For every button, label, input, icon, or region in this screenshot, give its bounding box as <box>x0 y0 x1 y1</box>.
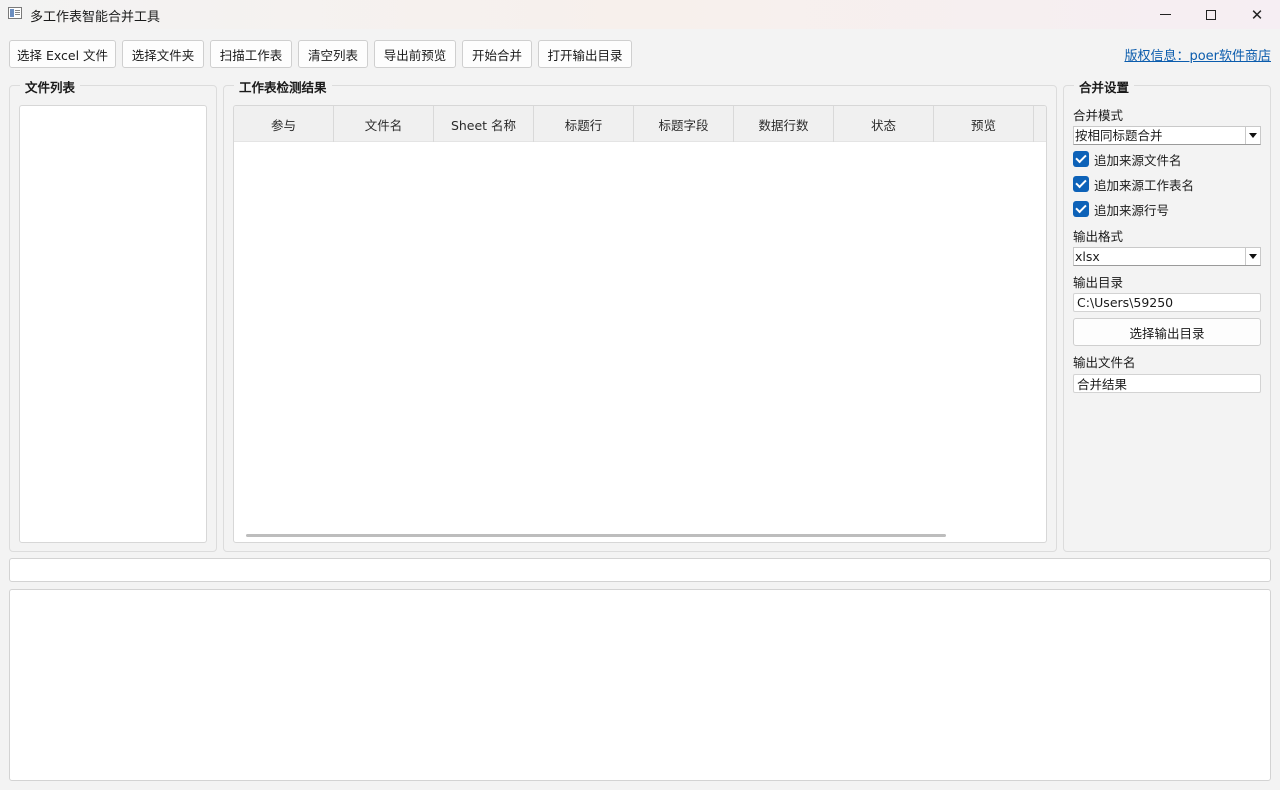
maximize-icon <box>1206 9 1216 20</box>
checkbox-label: 追加来源工作表名 <box>1094 177 1195 193</box>
output-filename-input[interactable] <box>1073 374 1261 393</box>
file-list-title: 文件列表 <box>20 77 81 96</box>
column-header-status[interactable]: 状态 <box>834 106 934 142</box>
column-header-header-fields[interactable]: 标题字段 <box>634 106 734 142</box>
scan-sheets-button[interactable]: 扫描工作表 <box>210 40 292 68</box>
checkbox-checked-icon <box>1073 176 1089 192</box>
close-button[interactable]: ✕ <box>1234 0 1280 29</box>
select-folder-button[interactable]: 选择文件夹 <box>122 40 204 68</box>
checkbox-checked-icon <box>1073 151 1089 167</box>
results-table[interactable]: 参与 文件名 Sheet 名称 标题行 标题字段 数据行数 状态 预览 <box>233 105 1047 543</box>
output-format-label: 输出格式 <box>1073 229 1124 244</box>
chevron-down-icon <box>1245 127 1260 144</box>
output-format-select[interactable]: xlsx <box>1073 247 1261 266</box>
file-list-group: 文件列表 <box>9 77 217 552</box>
progress-bar <box>9 558 1271 582</box>
checkbox-label: 追加来源行号 <box>1094 202 1170 218</box>
merge-mode-value: 按相同标题合并 <box>1075 128 1163 143</box>
open-output-dir-button[interactable]: 打开输出目录 <box>538 40 632 68</box>
checkbox-label: 追加来源文件名 <box>1094 152 1182 168</box>
window-title: 多工作表智能合并工具 <box>30 10 161 25</box>
settings-group: 合并设置 合并模式 按相同标题合并 追加来源文件名 追加来源工作表名 追加来源行… <box>1063 77 1271 552</box>
output-format-value: xlsx <box>1075 249 1100 264</box>
output-dir-input[interactable] <box>1073 293 1261 312</box>
select-excel-files-button[interactable]: 选择 Excel 文件 <box>9 40 116 68</box>
log-area[interactable] <box>9 589 1271 781</box>
column-header-filename[interactable]: 文件名 <box>334 106 434 142</box>
results-group: 工作表检测结果 参与 文件名 Sheet 名称 标题行 标题字段 数据行数 状态… <box>223 77 1057 552</box>
minimize-button[interactable] <box>1142 0 1188 29</box>
append-source-sheetname-checkbox[interactable]: 追加来源工作表名 <box>1073 175 1194 193</box>
close-icon: ✕ <box>1250 5 1264 24</box>
clear-list-button[interactable]: 清空列表 <box>298 40 368 68</box>
append-source-rownum-checkbox[interactable]: 追加来源行号 <box>1073 200 1169 218</box>
merge-mode-select[interactable]: 按相同标题合并 <box>1073 126 1261 145</box>
column-header-participate[interactable]: 参与 <box>234 106 334 142</box>
table-header: 参与 文件名 Sheet 名称 标题行 标题字段 数据行数 状态 预览 <box>234 106 1046 142</box>
results-title: 工作表检测结果 <box>234 77 332 96</box>
column-header-sheet-name[interactable]: Sheet 名称 <box>434 106 534 142</box>
minimize-icon <box>1159 14 1171 15</box>
append-source-filename-checkbox[interactable]: 追加来源文件名 <box>1073 150 1182 168</box>
app-icon <box>8 7 22 19</box>
output-dir-label: 输出目录 <box>1073 275 1124 290</box>
chevron-down-icon <box>1245 248 1260 265</box>
column-header-data-rows[interactable]: 数据行数 <box>734 106 834 142</box>
checkbox-checked-icon <box>1073 201 1089 217</box>
start-merge-button[interactable]: 开始合并 <box>462 40 532 68</box>
maximize-button[interactable] <box>1188 0 1234 29</box>
settings-title: 合并设置 <box>1074 77 1135 96</box>
column-header-header-row[interactable]: 标题行 <box>534 106 634 142</box>
copyright-link[interactable]: 版权信息：poer软件商店 <box>1124 45 1271 64</box>
horizontal-scrollbar[interactable] <box>246 534 946 537</box>
file-list[interactable] <box>19 105 207 543</box>
output-filename-label: 输出文件名 <box>1073 355 1136 370</box>
preview-before-export-button[interactable]: 导出前预览 <box>374 40 456 68</box>
choose-output-dir-button[interactable]: 选择输出目录 <box>1073 318 1261 346</box>
title-bar: 多工作表智能合并工具 ✕ <box>0 0 1280 29</box>
merge-mode-label: 合并模式 <box>1073 108 1124 123</box>
column-header-preview[interactable]: 预览 <box>934 106 1034 142</box>
